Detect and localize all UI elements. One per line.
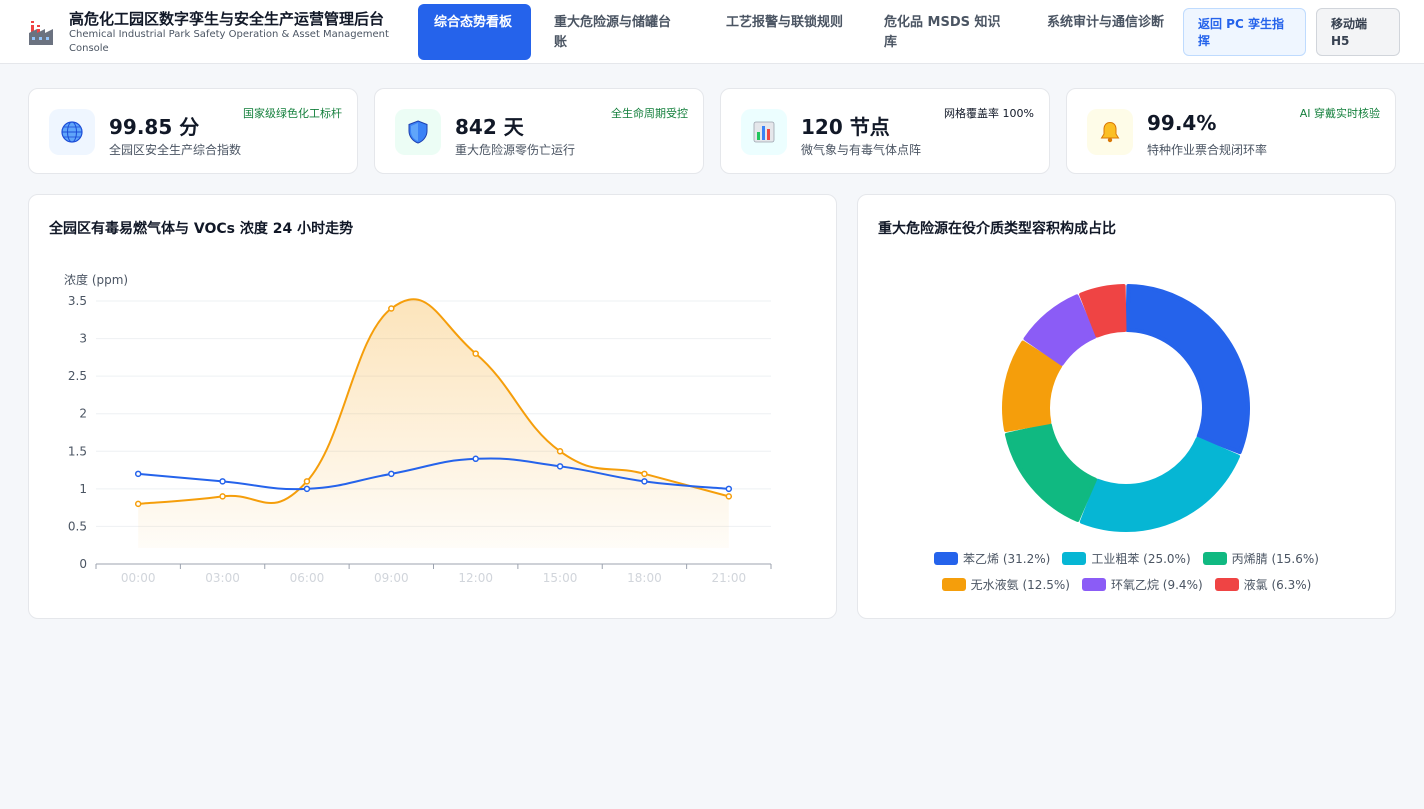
legend-item[interactable]: 工业粗苯 (25.0%): [1062, 550, 1191, 567]
legend-item[interactable]: 无水液氨 (12.5%): [941, 576, 1070, 593]
x-tick-label: 12:00: [458, 571, 493, 585]
kpi-icon-box: [395, 109, 441, 155]
kpi-value: 99.4%: [1147, 111, 1217, 135]
data-point[interactable]: [641, 478, 648, 485]
x-tick-label: 09:00: [374, 571, 409, 585]
data-point[interactable]: [472, 350, 479, 357]
data-point[interactable]: [219, 493, 226, 500]
legend-swatch: [941, 578, 966, 591]
kpi-value: 842 天: [455, 115, 524, 139]
mobile-h5-button[interactable]: 移动端 H5: [1316, 8, 1400, 56]
bell-icon: [1100, 121, 1120, 143]
y-tick-label: 2: [79, 407, 87, 421]
return-pc-button[interactable]: 返回 PC 孪生指挥: [1183, 8, 1306, 56]
x-tick-label: 06:00: [290, 571, 325, 585]
kpi-card-sensor-nodes: 120 节点 微气象与有毒气体点阵 网格覆盖率 100%: [720, 88, 1050, 174]
data-point[interactable]: [641, 470, 648, 478]
nav-tab-audit[interactable]: 系统审计与通信诊断: [1031, 4, 1181, 60]
x-tick-label: 00:00: [121, 571, 156, 585]
kpi-tag: 网格覆盖率 100%: [944, 107, 1034, 120]
nav-tab-msds[interactable]: 危化品 MSDS 知识库: [868, 4, 1018, 60]
top-header: 高危化工园区数字孪生与安全生产运营管理后台 Chemical Industria…: [0, 0, 1424, 64]
bar-chart-icon: [753, 121, 775, 143]
nav-tab-hazard-ledger[interactable]: 重大危险源与储罐台账: [538, 4, 698, 60]
kpi-icon-box: [1087, 109, 1133, 155]
data-point[interactable]: [134, 500, 142, 508]
x-tick-label: 18:00: [627, 571, 662, 585]
kpi-value: 120 节点: [801, 115, 890, 139]
legend-swatch: [1062, 552, 1087, 565]
data-point[interactable]: [134, 470, 142, 478]
donut-legend-row-2: 无水液氨 (12.5%) 环氧乙烷 (9.4%) 液氯 (6.3%): [858, 576, 1395, 593]
nav-tab-alarm-rules[interactable]: 工艺报警与联锁规则: [710, 4, 860, 60]
kpi-card-work-permit: 99.4% 特种作业票合规闭环率 AI 穿戴实时核验: [1066, 88, 1396, 174]
legend-item[interactable]: 环氧乙烷 (9.4%): [1081, 576, 1203, 593]
kpi-value: 99.85 分: [109, 115, 200, 139]
y-tick-label: 3: [79, 332, 87, 346]
legend-swatch: [1214, 578, 1239, 591]
kpi-label: 特种作业票合规闭环率: [1147, 143, 1268, 157]
kpi-card-safety-index: 99.85 分 全园区安全生产综合指数 国家级绿色化工标杆: [28, 88, 358, 174]
data-point[interactable]: [303, 478, 311, 485]
kpi-tag: 国家级绿色化工标杆: [243, 107, 342, 120]
kpi-label: 全园区安全生产综合指数: [109, 143, 242, 157]
legend-swatch: [1081, 578, 1106, 591]
app-title: 高危化工园区数字孪生与安全生产运营管理后台: [69, 10, 385, 28]
data-point[interactable]: [725, 493, 733, 500]
kpi-tag: AI 穿戴实时核验: [1299, 107, 1380, 120]
legend-label: 无水液氨 (12.5%): [970, 578, 1070, 592]
donut-slice[interactable]: [1125, 284, 1250, 455]
shield-icon: [408, 120, 428, 144]
kpi-tag: 全生命周期受控: [611, 107, 688, 120]
legend-swatch: [1202, 552, 1227, 565]
legend-label: 苯乙烯 (31.2%): [963, 552, 1051, 566]
x-tick-label: 15:00: [543, 571, 578, 585]
y-tick-label: 1: [79, 482, 87, 496]
gas-trend-panel: 全园区有毒易燃气体与 VOCs 浓度 24 小时走势 浓度 (ppm) 0 0.5 1…: [28, 194, 837, 619]
data-point[interactable]: [725, 485, 733, 493]
factory-icon: [29, 21, 53, 45]
data-point[interactable]: [556, 448, 564, 455]
hazard-composition-panel: 重大危险源在役介质类型容积构成占比 苯乙烯 (31.2%) 工业粗苯 (25.0%…: [857, 194, 1396, 619]
globe-icon: [61, 121, 83, 143]
data-point[interactable]: [303, 485, 311, 493]
x-tick-label: 21:00: [712, 571, 747, 585]
donut-legend-row-1: 苯乙烯 (31.2%) 工业粗苯 (25.0%) 丙烯腈 (15.6%): [858, 550, 1395, 567]
kpi-label: 重大危险源零伤亡运行: [455, 143, 576, 157]
legend-label: 液氯 (6.3%): [1243, 578, 1312, 592]
legend-item[interactable]: 苯乙烯 (31.2%): [934, 550, 1050, 567]
y-tick-label: 1.5: [68, 444, 87, 458]
data-point[interactable]: [219, 478, 226, 485]
donut-slice[interactable]: [1004, 423, 1097, 522]
x-tick-label: 03:00: [205, 571, 240, 585]
kpi-card-zero-injury: 842 天 重大危险源零伤亡运行 全生命周期受控: [374, 88, 704, 174]
legend-item[interactable]: 丙烯腈 (15.6%): [1202, 550, 1319, 567]
legend-swatch: [934, 552, 959, 565]
y-tick-label: 0: [79, 557, 87, 571]
legend-label: 工业粗苯 (25.0%): [1091, 552, 1191, 566]
app-subtitle: Chemical Industrial Park Safety Operatio…: [69, 29, 389, 54]
y-tick-label: 0.5: [68, 519, 87, 533]
y-axis-label: 浓度 (ppm): [64, 272, 128, 287]
legend-item[interactable]: 液氯 (6.3%): [1214, 576, 1312, 593]
data-point[interactable]: [388, 470, 395, 478]
kpi-icon-box: [741, 109, 787, 155]
data-point[interactable]: [388, 305, 395, 312]
donut-slice[interactable]: [1079, 437, 1240, 532]
data-point[interactable]: [472, 455, 479, 463]
series-area: [138, 299, 729, 548]
kpi-icon-box: [49, 109, 95, 155]
kpi-label: 微气象与有毒气体点阵: [801, 143, 922, 157]
nav-tab-dashboard[interactable]: 综合态势看板: [418, 4, 531, 60]
y-tick-label: 3.5: [68, 294, 87, 308]
data-point[interactable]: [556, 463, 564, 470]
gas-trend-chart: 浓度 (ppm) 0 0.5 1 1.5 2 2.5 3 3.5 00:00 03:00 06:00 0…: [64, 272, 772, 585]
legend-label: 丙烯腈 (15.6%): [1231, 552, 1319, 566]
y-tick-label: 2.5: [68, 369, 87, 383]
legend-label: 环氧乙烷 (9.4%): [1110, 578, 1203, 592]
